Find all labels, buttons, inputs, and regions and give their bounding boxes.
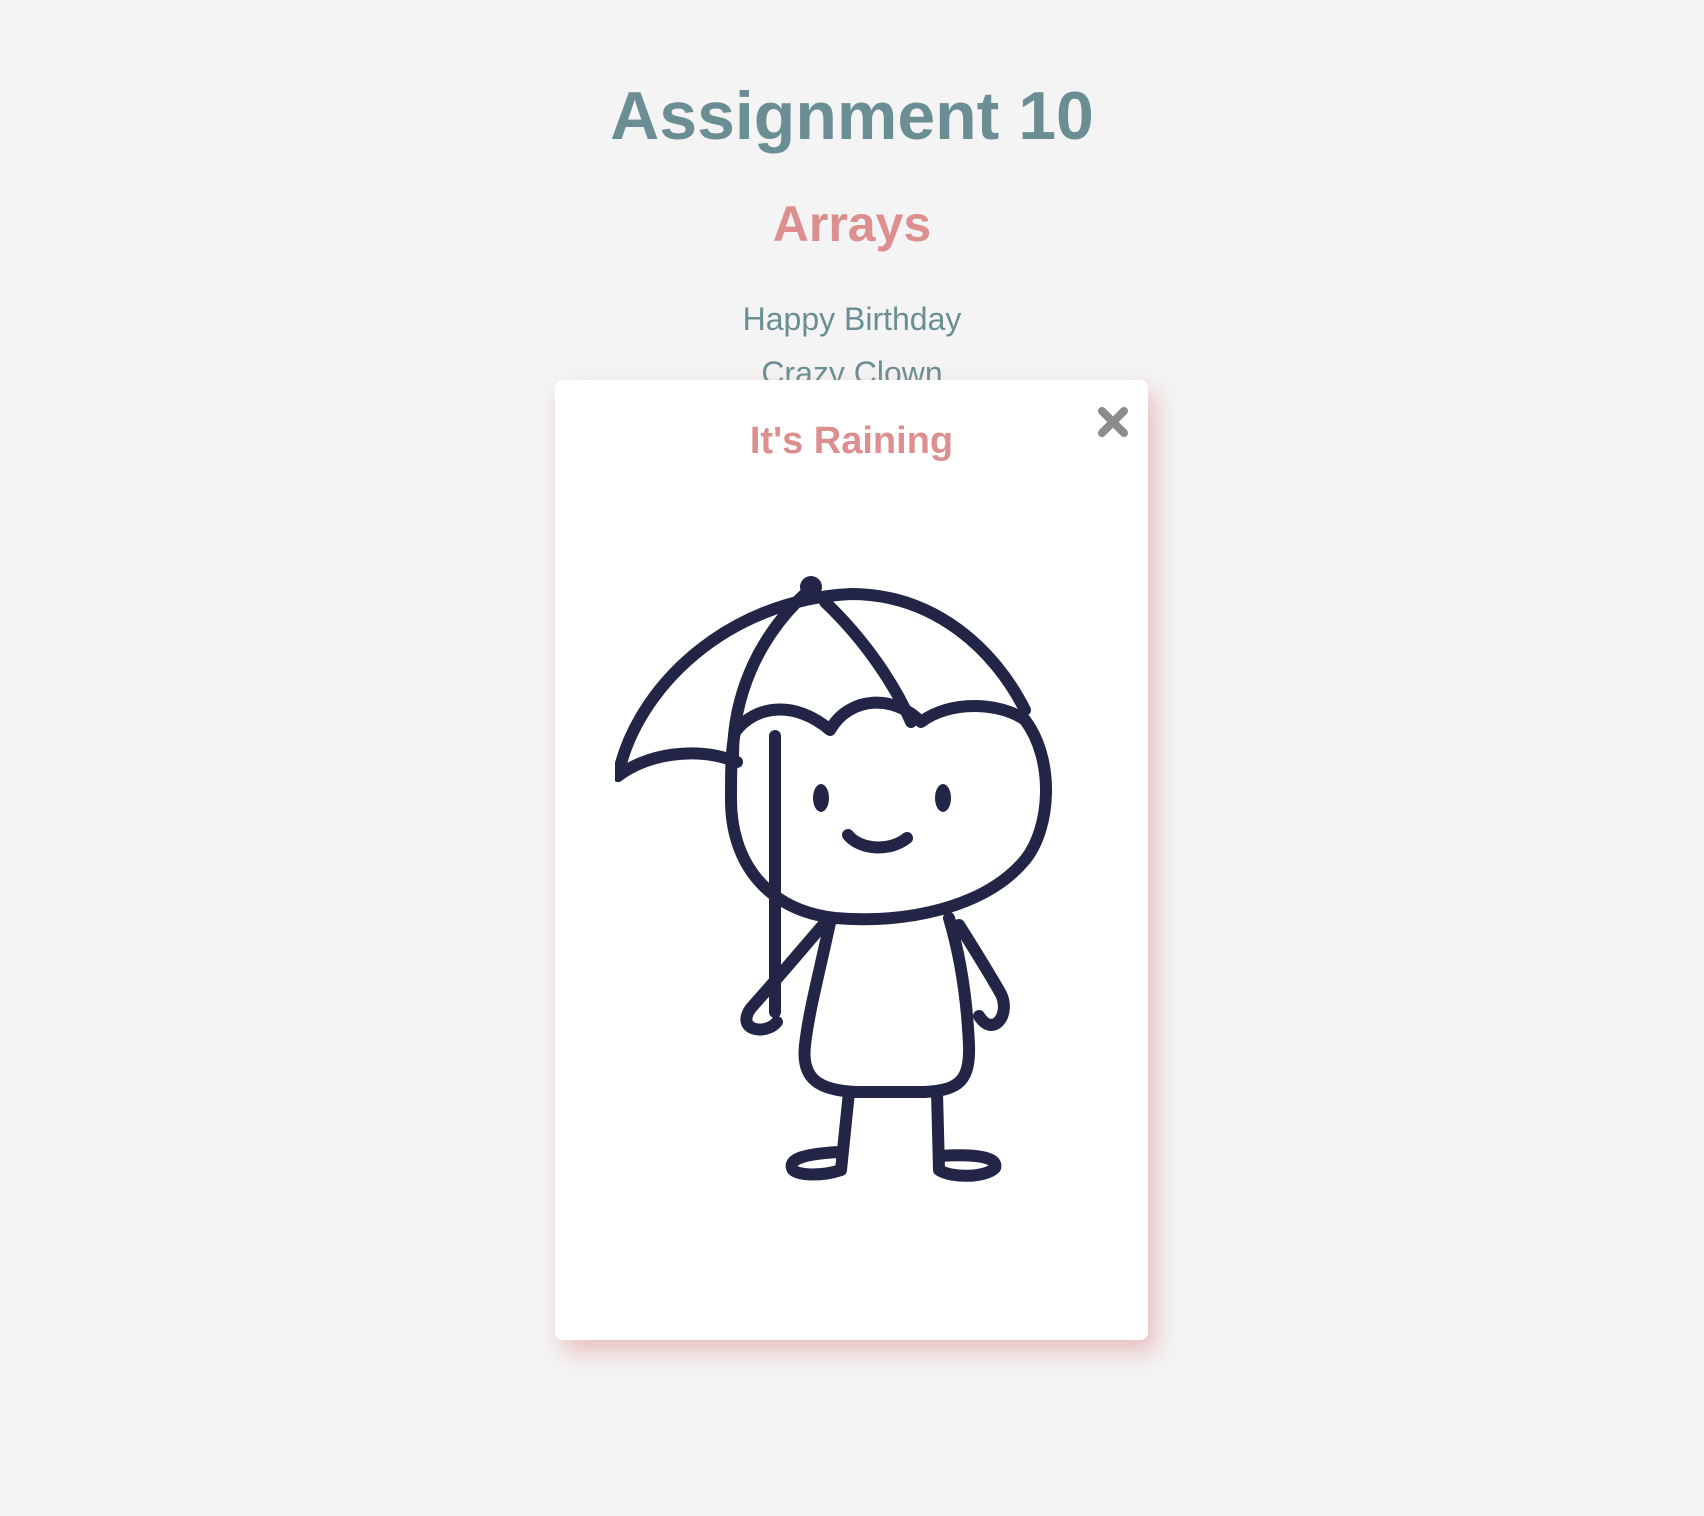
page-subtitle: Arrays (772, 196, 932, 252)
close-x-icon (1098, 407, 1128, 437)
umbrella-person-drawing (615, 576, 1052, 1182)
page-title: Assignment 10 (610, 78, 1094, 154)
array-item-crazy-clown[interactable]: Crazy Clown (0, 346, 1704, 380)
array-list: Happy Birthday Crazy Clown (0, 292, 1704, 380)
modal-title: It's Raining (749, 420, 954, 462)
close-button[interactable] (1095, 404, 1131, 440)
image-modal: It's Raining (555, 380, 1148, 1340)
array-item-happy-birthday[interactable]: Happy Birthday (0, 292, 1704, 346)
